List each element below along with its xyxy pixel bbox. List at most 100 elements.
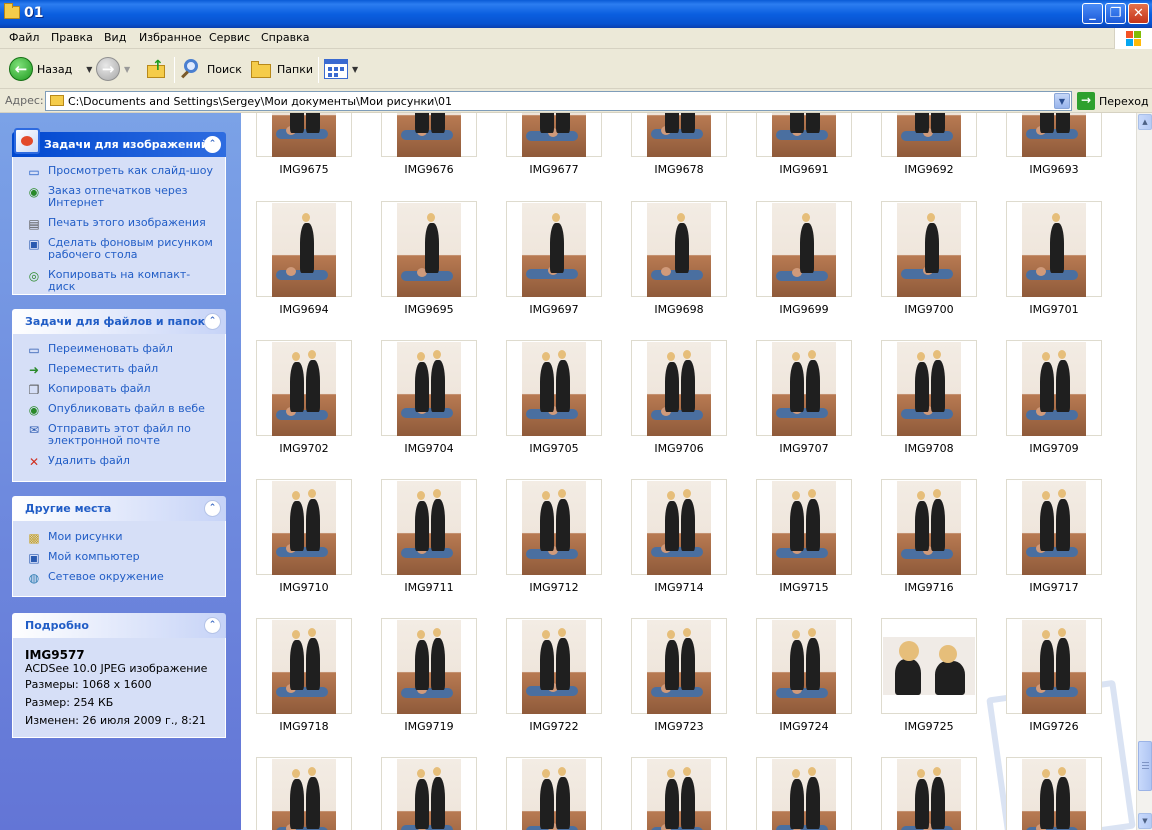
thumbnail-frame[interactable] (881, 618, 977, 714)
thumbnail-label: IMG9693 (1029, 163, 1079, 176)
thumbnail-frame[interactable] (381, 757, 477, 830)
up-folder-button[interactable]: ↑ (145, 55, 167, 83)
details-header[interactable]: Подробно ⌃ (12, 613, 226, 638)
thumbnail-frame[interactable] (506, 757, 602, 830)
thumbnail-frame[interactable] (881, 201, 977, 297)
thumbnail-frame[interactable] (506, 479, 602, 575)
minimize-button[interactable]: _ (1082, 3, 1103, 24)
task-publish-web[interactable]: ◉ Опубликовать файл в вебе (13, 403, 225, 418)
thumbnail-frame[interactable] (756, 479, 852, 575)
thumbnail-frame[interactable] (756, 340, 852, 436)
menu-tools[interactable]: Сервис (209, 31, 250, 44)
thumbnail-frame[interactable] (506, 340, 602, 436)
views-dropdown-icon[interactable]: ▼ (352, 65, 358, 74)
task-copy-to-cd[interactable]: ◎ Копировать на компакт-диск (13, 269, 225, 293)
other-places-header[interactable]: Другие места ⌃ (12, 496, 226, 521)
scroll-up-icon[interactable]: ▲ (1138, 114, 1152, 130)
back-label: Назад (37, 62, 73, 76)
menu-help[interactable]: Справка (261, 31, 309, 44)
thumbnail-frame[interactable] (631, 757, 727, 830)
task-email[interactable]: ✉ Отправить этот файл по электронной почт… (13, 423, 225, 447)
collapse-icon[interactable]: ⌃ (204, 617, 221, 634)
thumbnail-frame[interactable] (1006, 340, 1102, 436)
thumbnail-frame[interactable] (506, 201, 602, 297)
thumbnail-frame[interactable] (1006, 618, 1102, 714)
thumbnail-frame[interactable] (256, 201, 352, 297)
go-button[interactable]: → Переход (1077, 92, 1149, 110)
thumbnail-frame[interactable] (381, 479, 477, 575)
task-slideshow[interactable]: ▭ Просмотреть как слайд-шоу (13, 165, 225, 180)
image-tasks-header[interactable]: Задачи для изображений ⌃ (12, 128, 226, 157)
views-button[interactable]: ▼ (324, 55, 358, 83)
forward-button[interactable]: → ▼ (96, 55, 130, 83)
thumbnail-frame[interactable] (756, 757, 852, 830)
thumbnail-frame[interactable] (256, 618, 352, 714)
scroll-thumb[interactable] (1138, 741, 1152, 791)
thumbnail-frame[interactable] (381, 113, 477, 157)
task-copy[interactable]: ❐ Копировать файл (13, 383, 225, 398)
collapse-icon[interactable]: ⌃ (204, 136, 221, 153)
task-desktop-background[interactable]: ▣ Сделать фоновым рисунком рабочего стола (13, 237, 225, 261)
maximize-button[interactable]: ❐ (1105, 3, 1126, 24)
thumbnail-label: IMG9678 (654, 163, 704, 176)
back-button[interactable]: ← Назад ▼ (9, 55, 92, 83)
collapse-icon[interactable]: ⌃ (204, 500, 221, 517)
thumbnail-frame[interactable] (506, 618, 602, 714)
search-icon (179, 57, 203, 81)
task-rename[interactable]: ▭ Переименовать файл (13, 343, 225, 358)
task-print[interactable]: ▤ Печать этого изображения (13, 217, 225, 232)
thumbnail-frame[interactable] (506, 113, 602, 157)
thumbnail-frame[interactable] (381, 618, 477, 714)
thumbnail-frame[interactable] (756, 618, 852, 714)
address-input[interactable]: C:\Documents and Settings\Sergey\Мои док… (45, 91, 1072, 111)
thumbnail-frame[interactable] (881, 340, 977, 436)
thumbnail-frame[interactable] (256, 340, 352, 436)
scroll-down-icon[interactable]: ▼ (1138, 813, 1152, 829)
title-bar[interactable]: 01 _ ❐ ✕ (0, 0, 1152, 28)
task-delete[interactable]: ✕ Удалить файл (13, 455, 225, 470)
thumbnail-frame[interactable] (1006, 757, 1102, 830)
close-button[interactable]: ✕ (1128, 3, 1149, 24)
file-tasks-header[interactable]: Задачи для файлов и папок ⌃ (12, 309, 226, 334)
thumbnail-label: IMG9692 (904, 163, 954, 176)
collapse-icon[interactable]: ⌃ (204, 313, 221, 330)
toolbar-separator (318, 57, 319, 83)
thumbnail-frame[interactable] (256, 113, 352, 157)
menu-view[interactable]: Вид (104, 31, 126, 44)
thumbnail-frame[interactable] (881, 113, 977, 157)
menu-file[interactable]: Файл (9, 31, 39, 44)
thumbnail-image (647, 203, 711, 297)
place-my-computer[interactable]: ▣ Мой компьютер (13, 551, 225, 566)
thumbnail-frame[interactable] (756, 113, 852, 157)
thumbnail-frame[interactable] (1006, 113, 1102, 157)
thumbnail-frame[interactable] (631, 113, 727, 157)
place-network[interactable]: ◍ Сетевое окружение (13, 571, 225, 586)
back-dropdown-icon[interactable]: ▼ (86, 65, 92, 74)
thumbnail-frame[interactable] (631, 618, 727, 714)
folders-button[interactable]: Папки (249, 55, 313, 83)
thumbnail-label: IMG9726 (1029, 720, 1079, 733)
thumbnail-frame[interactable] (881, 479, 977, 575)
menu-favorites[interactable]: Избранное (139, 31, 201, 44)
thumbnail-view[interactable]: IMG9675 IMG9676 IMG9677 IMG9678 IMG9691 IMG96… (241, 113, 1136, 830)
thumbnail-frame[interactable] (381, 340, 477, 436)
forward-dropdown-icon[interactable]: ▼ (124, 65, 130, 74)
search-button[interactable]: Поиск (179, 55, 242, 83)
task-move[interactable]: ➜ Переместить файл (13, 363, 225, 378)
thumbnail-frame[interactable] (1006, 201, 1102, 297)
place-my-pictures[interactable]: ▩ Мои рисунки (13, 531, 225, 546)
search-label: Поиск (207, 62, 242, 76)
thumbnail-frame[interactable] (756, 201, 852, 297)
thumbnail-frame[interactable] (881, 757, 977, 830)
thumbnail-frame[interactable] (631, 340, 727, 436)
vertical-scrollbar[interactable]: ▲ ▼ (1136, 113, 1152, 830)
thumbnail-frame[interactable] (256, 757, 352, 830)
task-order-prints[interactable]: ◉ Заказ отпечатков через Интернет (13, 185, 225, 209)
thumbnail-frame[interactable] (1006, 479, 1102, 575)
menu-edit[interactable]: Правка (51, 31, 93, 44)
address-dropdown-icon[interactable]: ▼ (1054, 93, 1070, 109)
thumbnail-frame[interactable] (256, 479, 352, 575)
thumbnail-frame[interactable] (381, 201, 477, 297)
thumbnail-frame[interactable] (631, 479, 727, 575)
thumbnail-frame[interactable] (631, 201, 727, 297)
